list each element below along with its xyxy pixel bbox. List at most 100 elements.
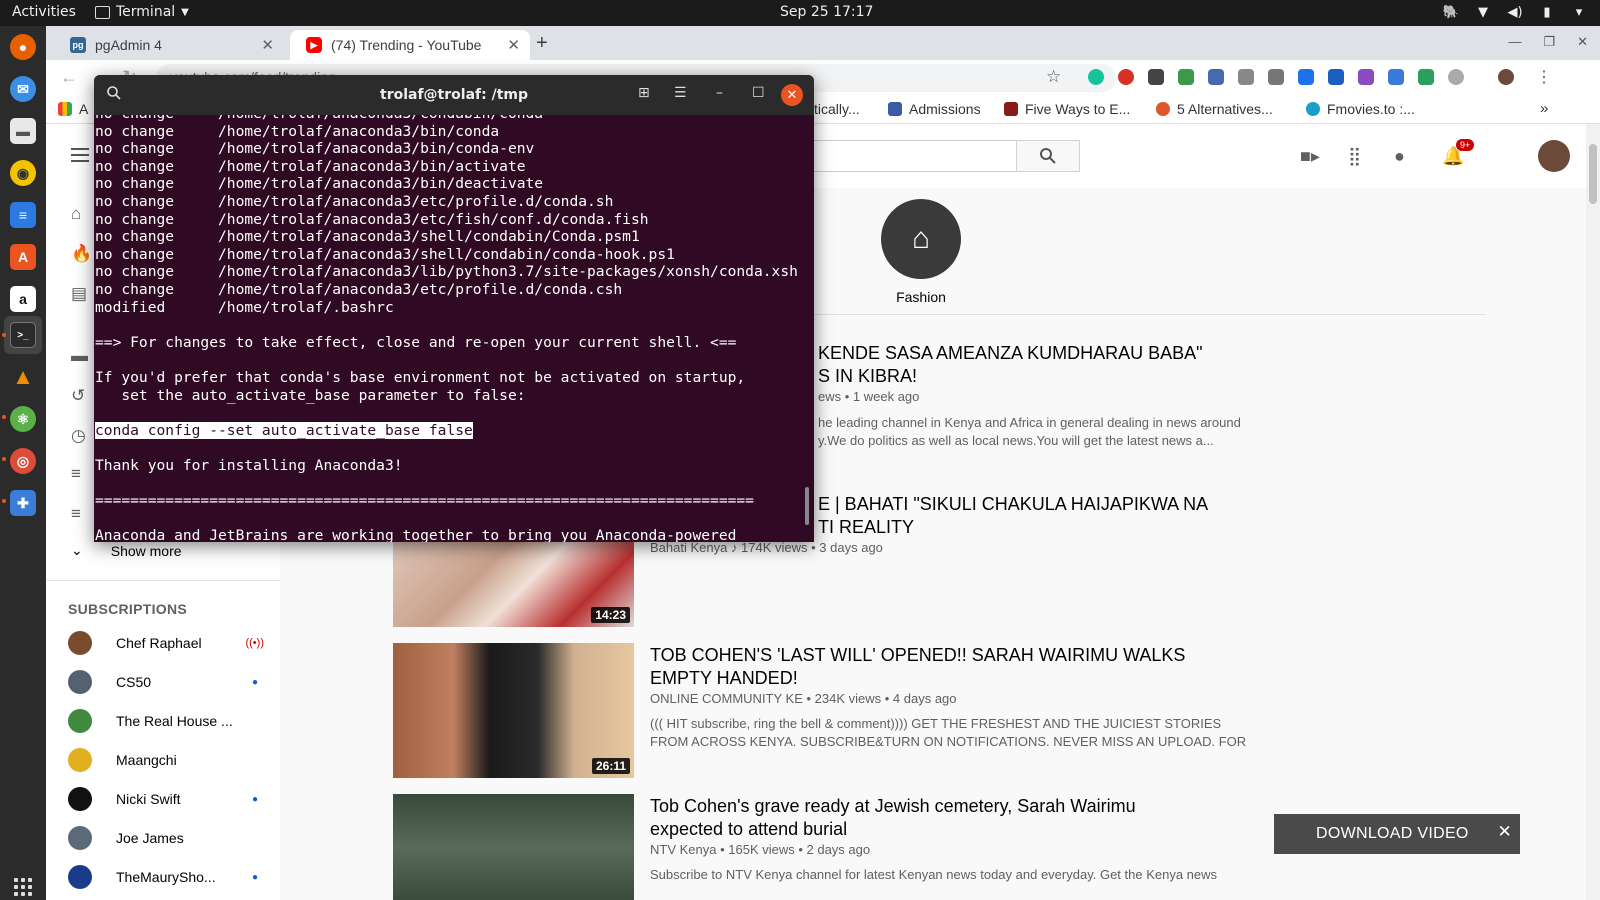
- battery-icon[interactable]: ▮: [1538, 3, 1556, 21]
- video-meta: ews • 1 week ago: [818, 389, 920, 404]
- video-title[interactable]: TOB COHEN'S 'LAST WILL' OPENED!! SARAH W…: [650, 644, 1210, 690]
- search-input[interactable]: [810, 140, 1016, 172]
- extension-icon[interactable]: [1178, 69, 1194, 85]
- extension-icon[interactable]: [1448, 69, 1464, 85]
- bookmark-item[interactable]: 5 Alternatives...: [1156, 101, 1273, 117]
- hamburger-menu-icon[interactable]: [71, 148, 89, 162]
- minimize-icon[interactable]: —: [1508, 34, 1521, 50]
- subscription-item[interactable]: CS50 ●: [68, 668, 268, 696]
- user-avatar[interactable]: [1538, 140, 1570, 172]
- translate-extension-icon[interactable]: [1388, 69, 1404, 85]
- library-folder-icon[interactable]: ▬: [71, 346, 88, 366]
- apps-grid-icon[interactable]: ⣿: [1348, 146, 1361, 167]
- subscription-item[interactable]: TheMaurySho... ●: [68, 863, 268, 891]
- files-icon[interactable]: ▬: [10, 118, 36, 144]
- subscriptions-icon[interactable]: ▤: [71, 284, 87, 304]
- download-extension-icon[interactable]: [1268, 69, 1284, 85]
- vimeo-extension-icon[interactable]: [1298, 69, 1314, 85]
- bookmark-item[interactable]: Admissions: [888, 101, 981, 117]
- show-applications-icon[interactable]: [14, 878, 32, 896]
- subscription-item[interactable]: Chef Raphael ((•)): [68, 629, 268, 657]
- writer-icon[interactable]: ≡: [10, 202, 36, 228]
- vlc-icon[interactable]: ▲: [10, 364, 36, 390]
- atom-icon[interactable]: ⚛: [10, 406, 36, 432]
- playlist-icon[interactable]: ≡: [71, 464, 81, 484]
- software-center-icon[interactable]: A: [10, 244, 36, 270]
- pgadmin-tray-icon[interactable]: 🐘: [1442, 3, 1460, 21]
- thunderbird-icon[interactable]: ✉: [10, 76, 36, 102]
- new-tab-icon[interactable]: ⊞: [638, 85, 650, 101]
- watch-later-clock-icon[interactable]: ◷: [71, 426, 86, 446]
- terminal-dock-icon[interactable]: >_: [10, 322, 36, 348]
- page-scrollbar[interactable]: [1586, 124, 1600, 900]
- bookmark-item[interactable]: tically...: [814, 101, 860, 117]
- video-thumbnail[interactable]: 26:11: [393, 643, 634, 778]
- extension-badge-icon[interactable]: [1118, 69, 1134, 85]
- vpn-app-icon[interactable]: ✚: [10, 490, 36, 516]
- subscription-item[interactable]: Maangchi: [68, 746, 268, 774]
- app-menu[interactable]: Terminal ▼: [95, 4, 189, 20]
- rhythmbox-icon[interactable]: ◉: [10, 160, 36, 186]
- cube-extension-icon[interactable]: [1148, 69, 1164, 85]
- activities-button[interactable]: Activities: [12, 4, 76, 20]
- wifi-icon[interactable]: ▼: [1474, 3, 1492, 21]
- apps-bookmark[interactable]: A: [58, 101, 88, 117]
- category-fashion[interactable]: ⌂ Fashion: [881, 199, 961, 305]
- scrollbar-thumb[interactable]: [1589, 144, 1597, 204]
- firefox-icon[interactable]: ●: [10, 34, 36, 60]
- tab-youtube[interactable]: ▶ (74) Trending - YouTube ✕: [290, 30, 530, 60]
- messages-icon[interactable]: ●: [1394, 146, 1405, 167]
- video-title[interactable]: Tob Cohen's grave ready at Jewish cemete…: [650, 795, 1210, 841]
- grammarly-icon[interactable]: [1088, 69, 1104, 85]
- terminal-scrollbar[interactable]: [805, 487, 809, 525]
- search-button[interactable]: [1016, 140, 1080, 172]
- extension-icon[interactable]: [1238, 69, 1254, 85]
- menu-kebab-icon[interactable]: ⋮: [1536, 67, 1552, 87]
- close-icon[interactable]: ✕: [781, 84, 803, 106]
- show-more-button[interactable]: ⌄ Show more: [71, 542, 182, 559]
- minimize-icon[interactable]: –: [716, 85, 723, 101]
- bookmark-star-icon[interactable]: ☆: [1046, 67, 1061, 87]
- playlist-icon[interactable]: ≡: [71, 504, 81, 524]
- terminal-output[interactable]: no change /home/trolaf/anaconda3/condabi…: [95, 105, 803, 542]
- highlighted-command[interactable]: conda config --set auto_activate_base fa…: [95, 421, 473, 439]
- close-icon[interactable]: ✕: [1577, 34, 1588, 50]
- video-thumbnail[interactable]: [393, 794, 634, 900]
- home-icon[interactable]: ⌂: [71, 204, 81, 224]
- channel-name: Nicki Swift: [116, 791, 181, 807]
- maximize-icon[interactable]: ☐: [752, 85, 765, 101]
- clock[interactable]: Sep 25 17:17: [780, 4, 873, 20]
- create-video-icon[interactable]: ■▸: [1300, 146, 1320, 167]
- maximize-icon[interactable]: ❐: [1543, 34, 1555, 50]
- close-icon[interactable]: ✕: [261, 36, 274, 54]
- extension-icon[interactable]: [1418, 69, 1434, 85]
- extension-icon[interactable]: [1358, 69, 1374, 85]
- subscription-item[interactable]: The Real House ...: [68, 707, 268, 735]
- bookmark-item[interactable]: Five Ways to E...: [1004, 101, 1130, 117]
- volume-icon[interactable]: ◀): [1506, 3, 1524, 21]
- category-label: Fashion: [896, 289, 946, 305]
- download-video-button[interactable]: DOWNLOAD VIDEO ✕: [1274, 814, 1520, 854]
- system-menu-caret-icon[interactable]: ▾: [1570, 3, 1588, 21]
- terminal-line: If you'd prefer that conda's base enviro…: [95, 368, 746, 386]
- history-icon[interactable]: ↺: [71, 386, 85, 406]
- more-bookmarks-icon[interactable]: »: [1540, 100, 1548, 117]
- new-tab-button[interactable]: +: [536, 32, 548, 55]
- extension-icon[interactable]: [1208, 69, 1224, 85]
- trending-flame-icon[interactable]: 🔥: [71, 244, 92, 264]
- menu-hamburger-icon[interactable]: ☰: [674, 85, 687, 101]
- video-meta: Bahati Kenya ♪ 174K views • 3 days ago: [650, 540, 883, 555]
- amazon-icon[interactable]: a: [10, 286, 36, 312]
- tab-pgadmin[interactable]: pg pgAdmin 4 ✕: [54, 30, 284, 60]
- chrome-icon[interactable]: ◎: [10, 448, 36, 474]
- profile-avatar[interactable]: [1498, 69, 1514, 85]
- extension-icon[interactable]: [1328, 69, 1344, 85]
- subscription-item[interactable]: Nicki Swift ●: [68, 785, 268, 813]
- close-icon[interactable]: ✕: [507, 36, 520, 54]
- bookmark-item[interactable]: Fmovies.to :...: [1306, 101, 1415, 117]
- back-button[interactable]: ←: [60, 67, 78, 88]
- video-title[interactable]: KENDE SASA AMEANZA KUMDHARAU BABA" S IN …: [818, 342, 1238, 388]
- close-icon[interactable]: ✕: [1497, 822, 1512, 842]
- subscription-item[interactable]: Joe James: [68, 824, 268, 852]
- video-title[interactable]: E | BAHATI "SIKULI CHAKULA HAIJAPIKWA NA…: [818, 493, 1238, 539]
